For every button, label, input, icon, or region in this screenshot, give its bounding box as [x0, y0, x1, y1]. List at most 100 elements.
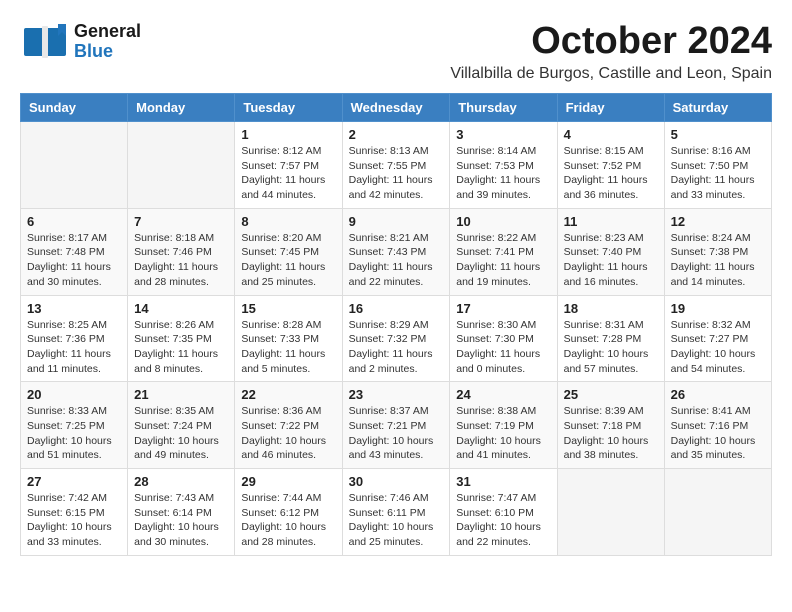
day-number: 30: [349, 474, 444, 489]
day-number: 14: [134, 301, 228, 316]
weekday-header-monday: Monday: [128, 94, 235, 122]
day-number: 7: [134, 214, 228, 229]
month-title: October 2024: [450, 20, 772, 63]
calendar-week-1: 1 Sunrise: 8:12 AM Sunset: 7:57 PM Daylig…: [21, 122, 772, 209]
day-number: 19: [671, 301, 765, 316]
day-info: Sunrise: 8:26 AM Sunset: 7:35 PM Dayligh…: [134, 318, 228, 377]
day-info: Sunrise: 7:47 AM Sunset: 6:10 PM Dayligh…: [456, 491, 550, 550]
calendar-week-3: 13 Sunrise: 8:25 AM Sunset: 7:36 PM Dayli…: [21, 295, 772, 382]
day-number: 25: [564, 387, 658, 402]
day-info: Sunrise: 8:23 AM Sunset: 7:40 PM Dayligh…: [564, 231, 658, 290]
day-number: 10: [456, 214, 550, 229]
calendar-cell: 4Sunrise: 8:15 AM Sunset: 7:52 PM Daylig…: [557, 122, 664, 209]
day-number: 8: [241, 214, 335, 229]
calendar-cell: 12Sunrise: 8:24 AM Sunset: 7:38 PM Dayli…: [664, 208, 771, 295]
day-number: 28: [134, 474, 228, 489]
logo: General Blue: [20, 20, 141, 64]
weekday-header-sunday: Sunday: [21, 94, 128, 122]
day-info: Sunrise: 8:39 AM Sunset: 7:18 PM Dayligh…: [564, 404, 658, 463]
calendar-cell: 21 Sunrise: 8:35 AM Sunset: 7:24 PM Dayli…: [128, 382, 235, 469]
location-title: Villalbilla de Burgos, Castille and Leon…: [450, 65, 772, 83]
calendar-cell: 18Sunrise: 8:31 AM Sunset: 7:28 PM Dayli…: [557, 295, 664, 382]
logo-blue-text: Blue: [74, 42, 141, 62]
calendar-cell: 2 Sunrise: 8:13 AM Sunset: 7:55 PM Daylig…: [342, 122, 450, 209]
calendar-cell: [557, 469, 664, 556]
day-info: Sunrise: 8:12 AM Sunset: 7:57 PM Dayligh…: [241, 144, 335, 203]
logo-general-text: General: [74, 22, 141, 42]
day-info: Sunrise: 8:16 AM Sunset: 7:50 PM Dayligh…: [671, 144, 765, 203]
weekday-header-friday: Friday: [557, 94, 664, 122]
day-number: 4: [564, 127, 658, 142]
logo-icon: [20, 20, 70, 64]
calendar-cell: 28 Sunrise: 7:43 AM Sunset: 6:14 PM Dayli…: [128, 469, 235, 556]
calendar-cell: 30 Sunrise: 7:46 AM Sunset: 6:11 PM Dayli…: [342, 469, 450, 556]
day-number: 27: [27, 474, 121, 489]
day-number: 16: [349, 301, 444, 316]
calendar-cell: 26Sunrise: 8:41 AM Sunset: 7:16 PM Dayli…: [664, 382, 771, 469]
calendar-week-5: 27 Sunrise: 7:42 AM Sunset: 6:15 PM Dayli…: [21, 469, 772, 556]
page-header: General Blue October 2024 Villalbilla de…: [20, 20, 772, 83]
day-number: 24: [456, 387, 550, 402]
day-info: Sunrise: 7:42 AM Sunset: 6:15 PM Dayligh…: [27, 491, 121, 550]
calendar-week-4: 20Sunrise: 8:33 AM Sunset: 7:25 PM Dayli…: [21, 382, 772, 469]
calendar-cell: 27 Sunrise: 7:42 AM Sunset: 6:15 PM Dayli…: [21, 469, 128, 556]
calendar-cell: 13 Sunrise: 8:25 AM Sunset: 7:36 PM Dayli…: [21, 295, 128, 382]
calendar-header-row: SundayMondayTuesdayWednesdayThursdayFrid…: [21, 94, 772, 122]
calendar-cell: 8 Sunrise: 8:20 AM Sunset: 7:45 PM Daylig…: [235, 208, 342, 295]
day-number: 1: [241, 127, 335, 142]
day-number: 21: [134, 387, 228, 402]
day-info: Sunrise: 8:14 AM Sunset: 7:53 PM Dayligh…: [456, 144, 550, 203]
calendar-cell: 7 Sunrise: 8:18 AM Sunset: 7:46 PM Daylig…: [128, 208, 235, 295]
logo-text: General Blue: [74, 22, 141, 62]
day-info: Sunrise: 8:29 AM Sunset: 7:32 PM Dayligh…: [349, 318, 444, 377]
calendar-cell: 15 Sunrise: 8:28 AM Sunset: 7:33 PM Dayli…: [235, 295, 342, 382]
day-info: Sunrise: 8:13 AM Sunset: 7:55 PM Dayligh…: [349, 144, 444, 203]
calendar-cell: 10 Sunrise: 8:22 AM Sunset: 7:41 PM Dayli…: [450, 208, 557, 295]
weekday-header-saturday: Saturday: [664, 94, 771, 122]
day-info: Sunrise: 8:35 AM Sunset: 7:24 PM Dayligh…: [134, 404, 228, 463]
day-info: Sunrise: 7:44 AM Sunset: 6:12 PM Dayligh…: [241, 491, 335, 550]
calendar-cell: 29Sunrise: 7:44 AM Sunset: 6:12 PM Dayli…: [235, 469, 342, 556]
day-info: Sunrise: 8:28 AM Sunset: 7:33 PM Dayligh…: [241, 318, 335, 377]
day-info: Sunrise: 7:43 AM Sunset: 6:14 PM Dayligh…: [134, 491, 228, 550]
calendar-cell: [21, 122, 128, 209]
calendar-cell: 6Sunrise: 8:17 AM Sunset: 7:48 PM Daylig…: [21, 208, 128, 295]
calendar-cell: 5 Sunrise: 8:16 AM Sunset: 7:50 PM Daylig…: [664, 122, 771, 209]
day-info: Sunrise: 8:41 AM Sunset: 7:16 PM Dayligh…: [671, 404, 765, 463]
day-number: 13: [27, 301, 121, 316]
calendar-cell: [664, 469, 771, 556]
calendar-cell: 22Sunrise: 8:36 AM Sunset: 7:22 PM Dayli…: [235, 382, 342, 469]
calendar-cell: 14 Sunrise: 8:26 AM Sunset: 7:35 PM Dayli…: [128, 295, 235, 382]
day-info: Sunrise: 8:18 AM Sunset: 7:46 PM Dayligh…: [134, 231, 228, 290]
calendar-cell: [128, 122, 235, 209]
day-number: 9: [349, 214, 444, 229]
day-info: Sunrise: 8:20 AM Sunset: 7:45 PM Dayligh…: [241, 231, 335, 290]
day-number: 11: [564, 214, 658, 229]
day-info: Sunrise: 7:46 AM Sunset: 6:11 PM Dayligh…: [349, 491, 444, 550]
day-number: 12: [671, 214, 765, 229]
calendar-cell: 3Sunrise: 8:14 AM Sunset: 7:53 PM Daylig…: [450, 122, 557, 209]
day-info: Sunrise: 8:36 AM Sunset: 7:22 PM Dayligh…: [241, 404, 335, 463]
day-info: Sunrise: 8:21 AM Sunset: 7:43 PM Dayligh…: [349, 231, 444, 290]
title-block: October 2024 Villalbilla de Burgos, Cast…: [450, 20, 772, 83]
calendar-cell: 20Sunrise: 8:33 AM Sunset: 7:25 PM Dayli…: [21, 382, 128, 469]
calendar-cell: 1 Sunrise: 8:12 AM Sunset: 7:57 PM Daylig…: [235, 122, 342, 209]
day-number: 23: [349, 387, 444, 402]
day-info: Sunrise: 8:31 AM Sunset: 7:28 PM Dayligh…: [564, 318, 658, 377]
calendar-cell: 17Sunrise: 8:30 AM Sunset: 7:30 PM Dayli…: [450, 295, 557, 382]
day-info: Sunrise: 8:25 AM Sunset: 7:36 PM Dayligh…: [27, 318, 121, 377]
day-info: Sunrise: 8:17 AM Sunset: 7:48 PM Dayligh…: [27, 231, 121, 290]
day-info: Sunrise: 8:22 AM Sunset: 7:41 PM Dayligh…: [456, 231, 550, 290]
calendar-cell: 24Sunrise: 8:38 AM Sunset: 7:19 PM Dayli…: [450, 382, 557, 469]
calendar-cell: 19 Sunrise: 8:32 AM Sunset: 7:27 PM Dayli…: [664, 295, 771, 382]
day-number: 2: [349, 127, 444, 142]
day-number: 15: [241, 301, 335, 316]
calendar-cell: 23 Sunrise: 8:37 AM Sunset: 7:21 PM Dayli…: [342, 382, 450, 469]
day-info: Sunrise: 8:30 AM Sunset: 7:30 PM Dayligh…: [456, 318, 550, 377]
day-info: Sunrise: 8:37 AM Sunset: 7:21 PM Dayligh…: [349, 404, 444, 463]
calendar-table: SundayMondayTuesdayWednesdayThursdayFrid…: [20, 93, 772, 556]
day-number: 5: [671, 127, 765, 142]
calendar-cell: 16 Sunrise: 8:29 AM Sunset: 7:32 PM Dayli…: [342, 295, 450, 382]
weekday-header-thursday: Thursday: [450, 94, 557, 122]
day-info: Sunrise: 8:32 AM Sunset: 7:27 PM Dayligh…: [671, 318, 765, 377]
